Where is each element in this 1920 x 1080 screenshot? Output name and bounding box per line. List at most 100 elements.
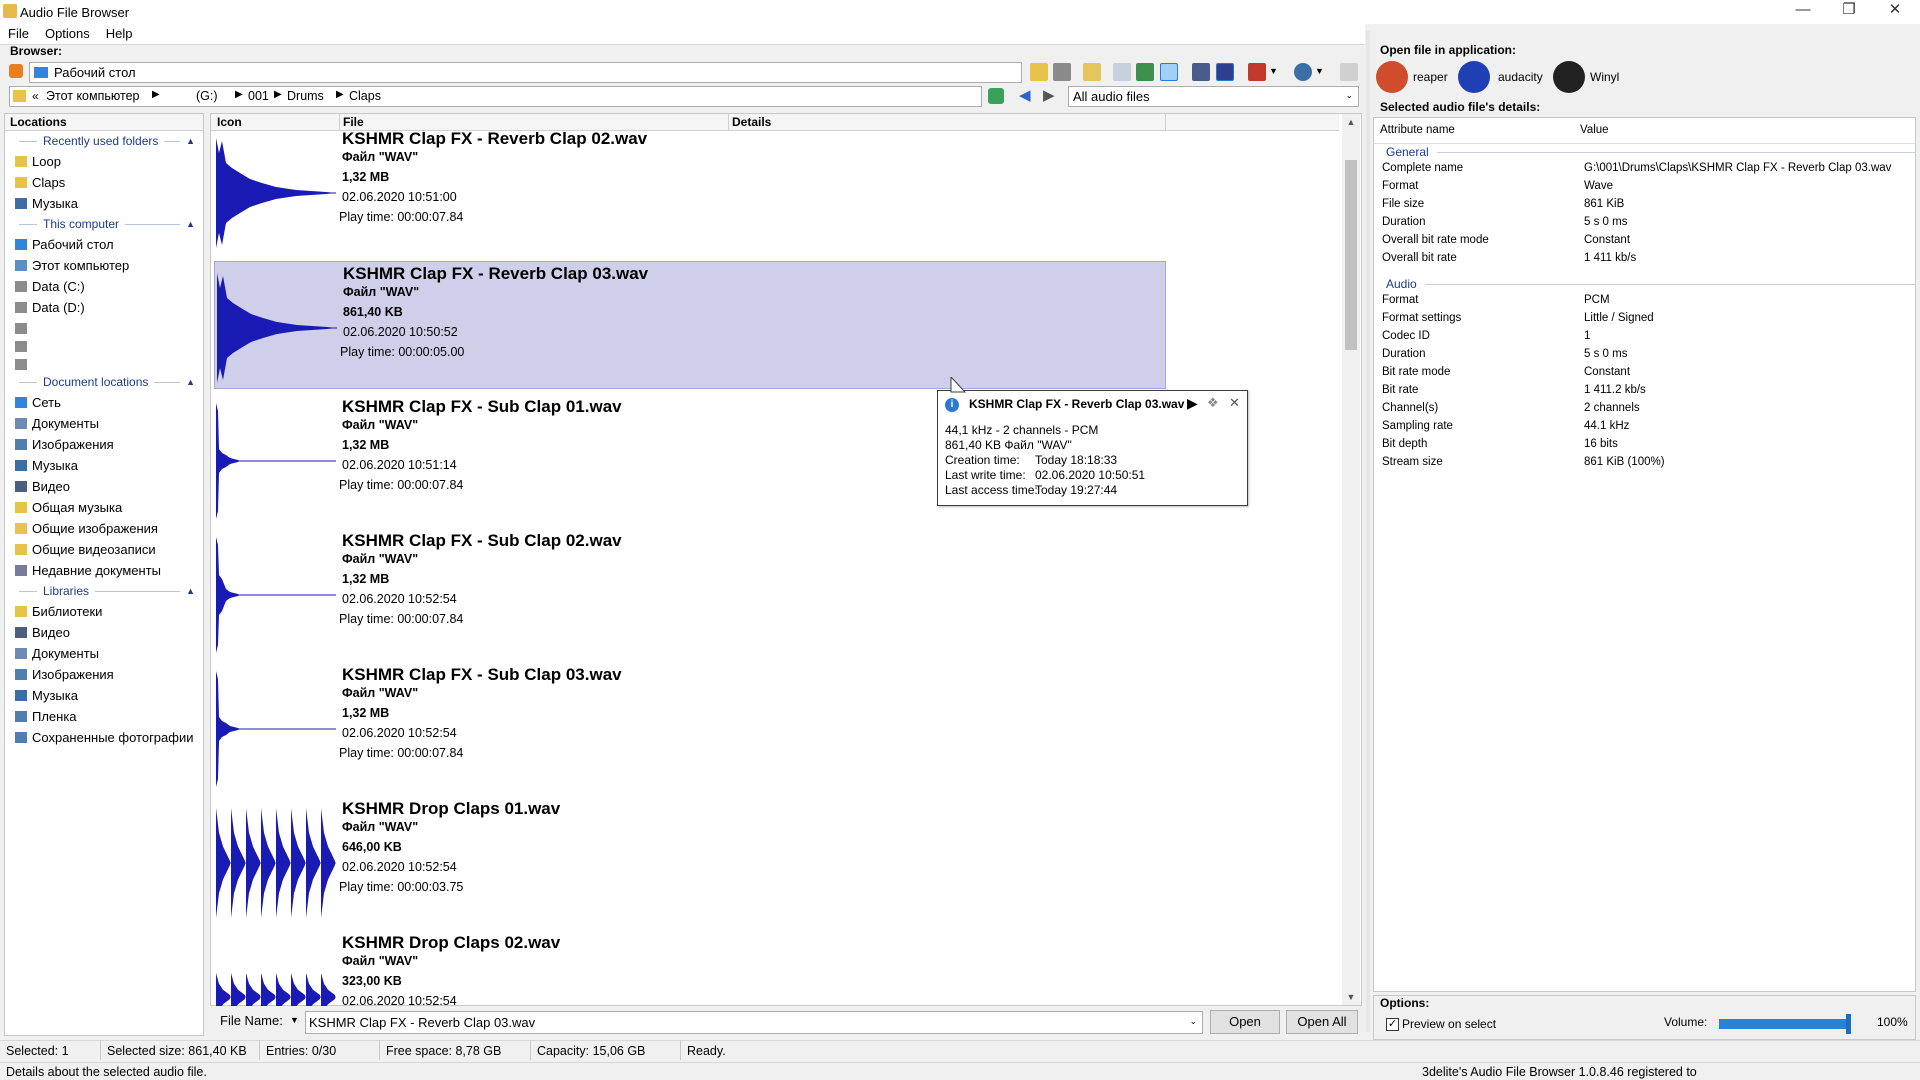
search-icon[interactable] [1294, 63, 1312, 81]
app-label[interactable]: Winyl [1590, 70, 1619, 84]
detail-key: Bit depth [1382, 438, 1428, 450]
favorites-icon[interactable] [9, 64, 23, 78]
breadcrumb-item[interactable]: Этот компьютер [46, 89, 139, 103]
file-name-input[interactable]: KSHMR Clap FX - Reverb Clap 03.wav ⌄ [305, 1011, 1203, 1034]
view-waveform-icon[interactable] [1160, 63, 1178, 81]
file-name-label: File Name: [220, 1013, 283, 1028]
app-label[interactable]: reaper [1413, 70, 1448, 84]
apps-label: Open file in application: [1380, 43, 1517, 57]
column-details[interactable]: Details [732, 115, 771, 129]
forward-arrow-icon[interactable]: ▶ [1043, 86, 1055, 104]
file-entry-date: 02.06.2020 10:52:54 [342, 860, 457, 874]
preview-checkbox[interactable]: ✓ [1386, 1018, 1399, 1031]
file-entry[interactable]: KSHMR Clap FX - Sub Clap 02.wav Файл "WAV… [214, 529, 1166, 657]
view-tiles-icon[interactable] [1216, 63, 1234, 81]
app-label[interactable]: audacity [1498, 70, 1543, 84]
menu-help[interactable]: Help [98, 24, 141, 44]
tooltip-creation-label: Creation time: [945, 453, 1020, 467]
file-entry-type: Файл "WAV" [342, 418, 419, 432]
play-icon[interactable]: ▶ [1187, 395, 1198, 412]
reaper-app-icon[interactable] [1376, 61, 1408, 93]
new-folder-icon[interactable] [1030, 63, 1048, 81]
filter-combo[interactable]: All audio files ⌄ [1068, 86, 1359, 107]
column-icon[interactable]: Icon [217, 115, 242, 129]
detail-value: 2 channels [1584, 402, 1640, 414]
filter-value: All audio files [1073, 89, 1150, 104]
network-drive-icon[interactable] [1053, 63, 1071, 81]
file-entries: KSHMR Clap FX - Reverb Clap 02.wav Файл "… [0, 131, 1340, 1006]
detail-value: Little / Signed [1584, 312, 1654, 324]
detail-key: Duration [1382, 348, 1426, 360]
detail-row: Duration 5 s 0 ms [1378, 348, 1908, 366]
file-entry[interactable]: KSHMR Drop Claps 01.wav Файл "WAV" 646,00 … [214, 797, 1166, 925]
file-entry-name: KSHMR Clap FX - Reverb Clap 02.wav [342, 131, 648, 148]
breadcrumb-item[interactable]: (G:) [196, 89, 218, 103]
volume-thumb[interactable] [1846, 1014, 1851, 1034]
column-file[interactable]: File [343, 115, 364, 129]
chevron-down-icon[interactable]: ▼ [290, 1015, 299, 1025]
detail-key: Format [1382, 294, 1419, 306]
file-entry-size: 861,40 KB [343, 305, 403, 319]
file-entry-play-time: Play time: 00:00:03.75 [339, 880, 464, 894]
breadcrumb-item[interactable]: Claps [349, 89, 381, 103]
detail-row: Bit depth 16 bits [1378, 438, 1908, 456]
close-icon[interactable]: ✕ [1872, 0, 1918, 22]
view-list-icon[interactable] [1113, 63, 1131, 81]
location-combo[interactable]: Рабочий стол [29, 62, 1022, 83]
minimize-icon[interactable]: — [1780, 0, 1826, 22]
file-entry[interactable]: KSHMR Clap FX - Reverb Clap 02.wav Файл "… [214, 131, 1166, 255]
info-icon: i [945, 398, 959, 412]
status-registered: 3delite's Audio File Browser 1.0.8.46 re… [1422, 1065, 1697, 1079]
back-arrow-icon[interactable]: ◀ [1019, 86, 1031, 104]
detail-row: Channel(s) 2 channels [1378, 402, 1908, 420]
breadcrumb-item[interactable]: 001 [248, 89, 269, 103]
divider [680, 1040, 681, 1060]
folder-options-icon[interactable] [1083, 63, 1101, 81]
section-title: Audio [1386, 277, 1417, 291]
audacity-app-icon[interactable] [1458, 61, 1490, 93]
pin-icon[interactable]: ❖ [1207, 395, 1219, 411]
details-col-attribute[interactable]: Attribute name [1380, 124, 1455, 136]
chevron-down-icon[interactable]: ▼ [1269, 66, 1278, 76]
file-entry-name: KSHMR Clap FX - Sub Clap 01.wav [342, 397, 622, 416]
scrollbar-thumb[interactable] [1345, 160, 1357, 350]
open-button[interactable]: Open [1210, 1010, 1280, 1034]
breadcrumb-back-icon[interactable]: « [32, 89, 39, 103]
menu-options[interactable]: Options [37, 24, 98, 44]
detail-value: Constant [1584, 234, 1631, 246]
maximize-icon[interactable]: ❐ [1826, 0, 1872, 22]
detail-row: Overall bit rate mode Constant [1378, 234, 1908, 252]
breadcrumb[interactable]: « Этот компьютер ▶ (G:) ▶ 001 ▶ Drums ▶ … [9, 86, 982, 107]
file-entry-play-time: Play time: 00:00:07.84 [339, 612, 464, 626]
bookmark-icon[interactable] [1248, 63, 1266, 81]
file-entry-date: 02.06.2020 10:52:54 [342, 994, 457, 1006]
view-thumbnails-icon[interactable] [1136, 63, 1154, 81]
volume-slider[interactable] [1719, 1014, 1851, 1034]
file-entry[interactable]: KSHMR Drop Claps 02.wav Файл "WAV" 323,00 … [214, 931, 1166, 1006]
scroll-up-icon[interactable]: ▲ [1342, 114, 1360, 130]
status-capacity: Capacity: 15,06 GB [537, 1044, 646, 1058]
settings-icon[interactable] [1340, 63, 1358, 81]
chevron-down-icon[interactable]: ▼ [1315, 66, 1324, 76]
list-scrollbar[interactable]: ▲ ▼ [1342, 114, 1360, 1005]
file-entry[interactable]: KSHMR Clap FX - Reverb Clap 03.wav Файл "… [214, 261, 1166, 389]
close-icon[interactable]: ✕ [1229, 395, 1240, 411]
open-all-button[interactable]: Open All [1286, 1010, 1358, 1034]
breadcrumb-item[interactable]: Drums [287, 89, 324, 103]
waveform-thumbnail [216, 803, 338, 923]
menu-file[interactable]: File [0, 24, 37, 44]
breadcrumb-separator-icon[interactable]: ▶ [152, 89, 160, 100]
splitter[interactable] [1366, 30, 1370, 1032]
scroll-down-icon[interactable]: ▼ [1342, 989, 1360, 1005]
refresh-icon[interactable] [988, 88, 1004, 104]
view-details-icon[interactable] [1192, 63, 1210, 81]
file-entry[interactable]: KSHMR Clap FX - Sub Clap 03.wav Файл "WAV… [214, 663, 1166, 791]
file-entry-type: Файл "WAV" [342, 150, 419, 164]
options-panel: Options: ✓ Preview on select Volume: 100… [1373, 995, 1916, 1040]
details-col-value[interactable]: Value [1580, 124, 1609, 136]
tooltip-write-value: 02.06.2020 10:50:51 [1035, 468, 1146, 482]
detail-row: File size 861 KiB [1378, 198, 1908, 216]
breadcrumb-separator-icon: ▶ [235, 89, 243, 100]
winyl-app-icon[interactable] [1553, 61, 1585, 93]
tooltip-write-label: Last write time: [945, 468, 1026, 482]
